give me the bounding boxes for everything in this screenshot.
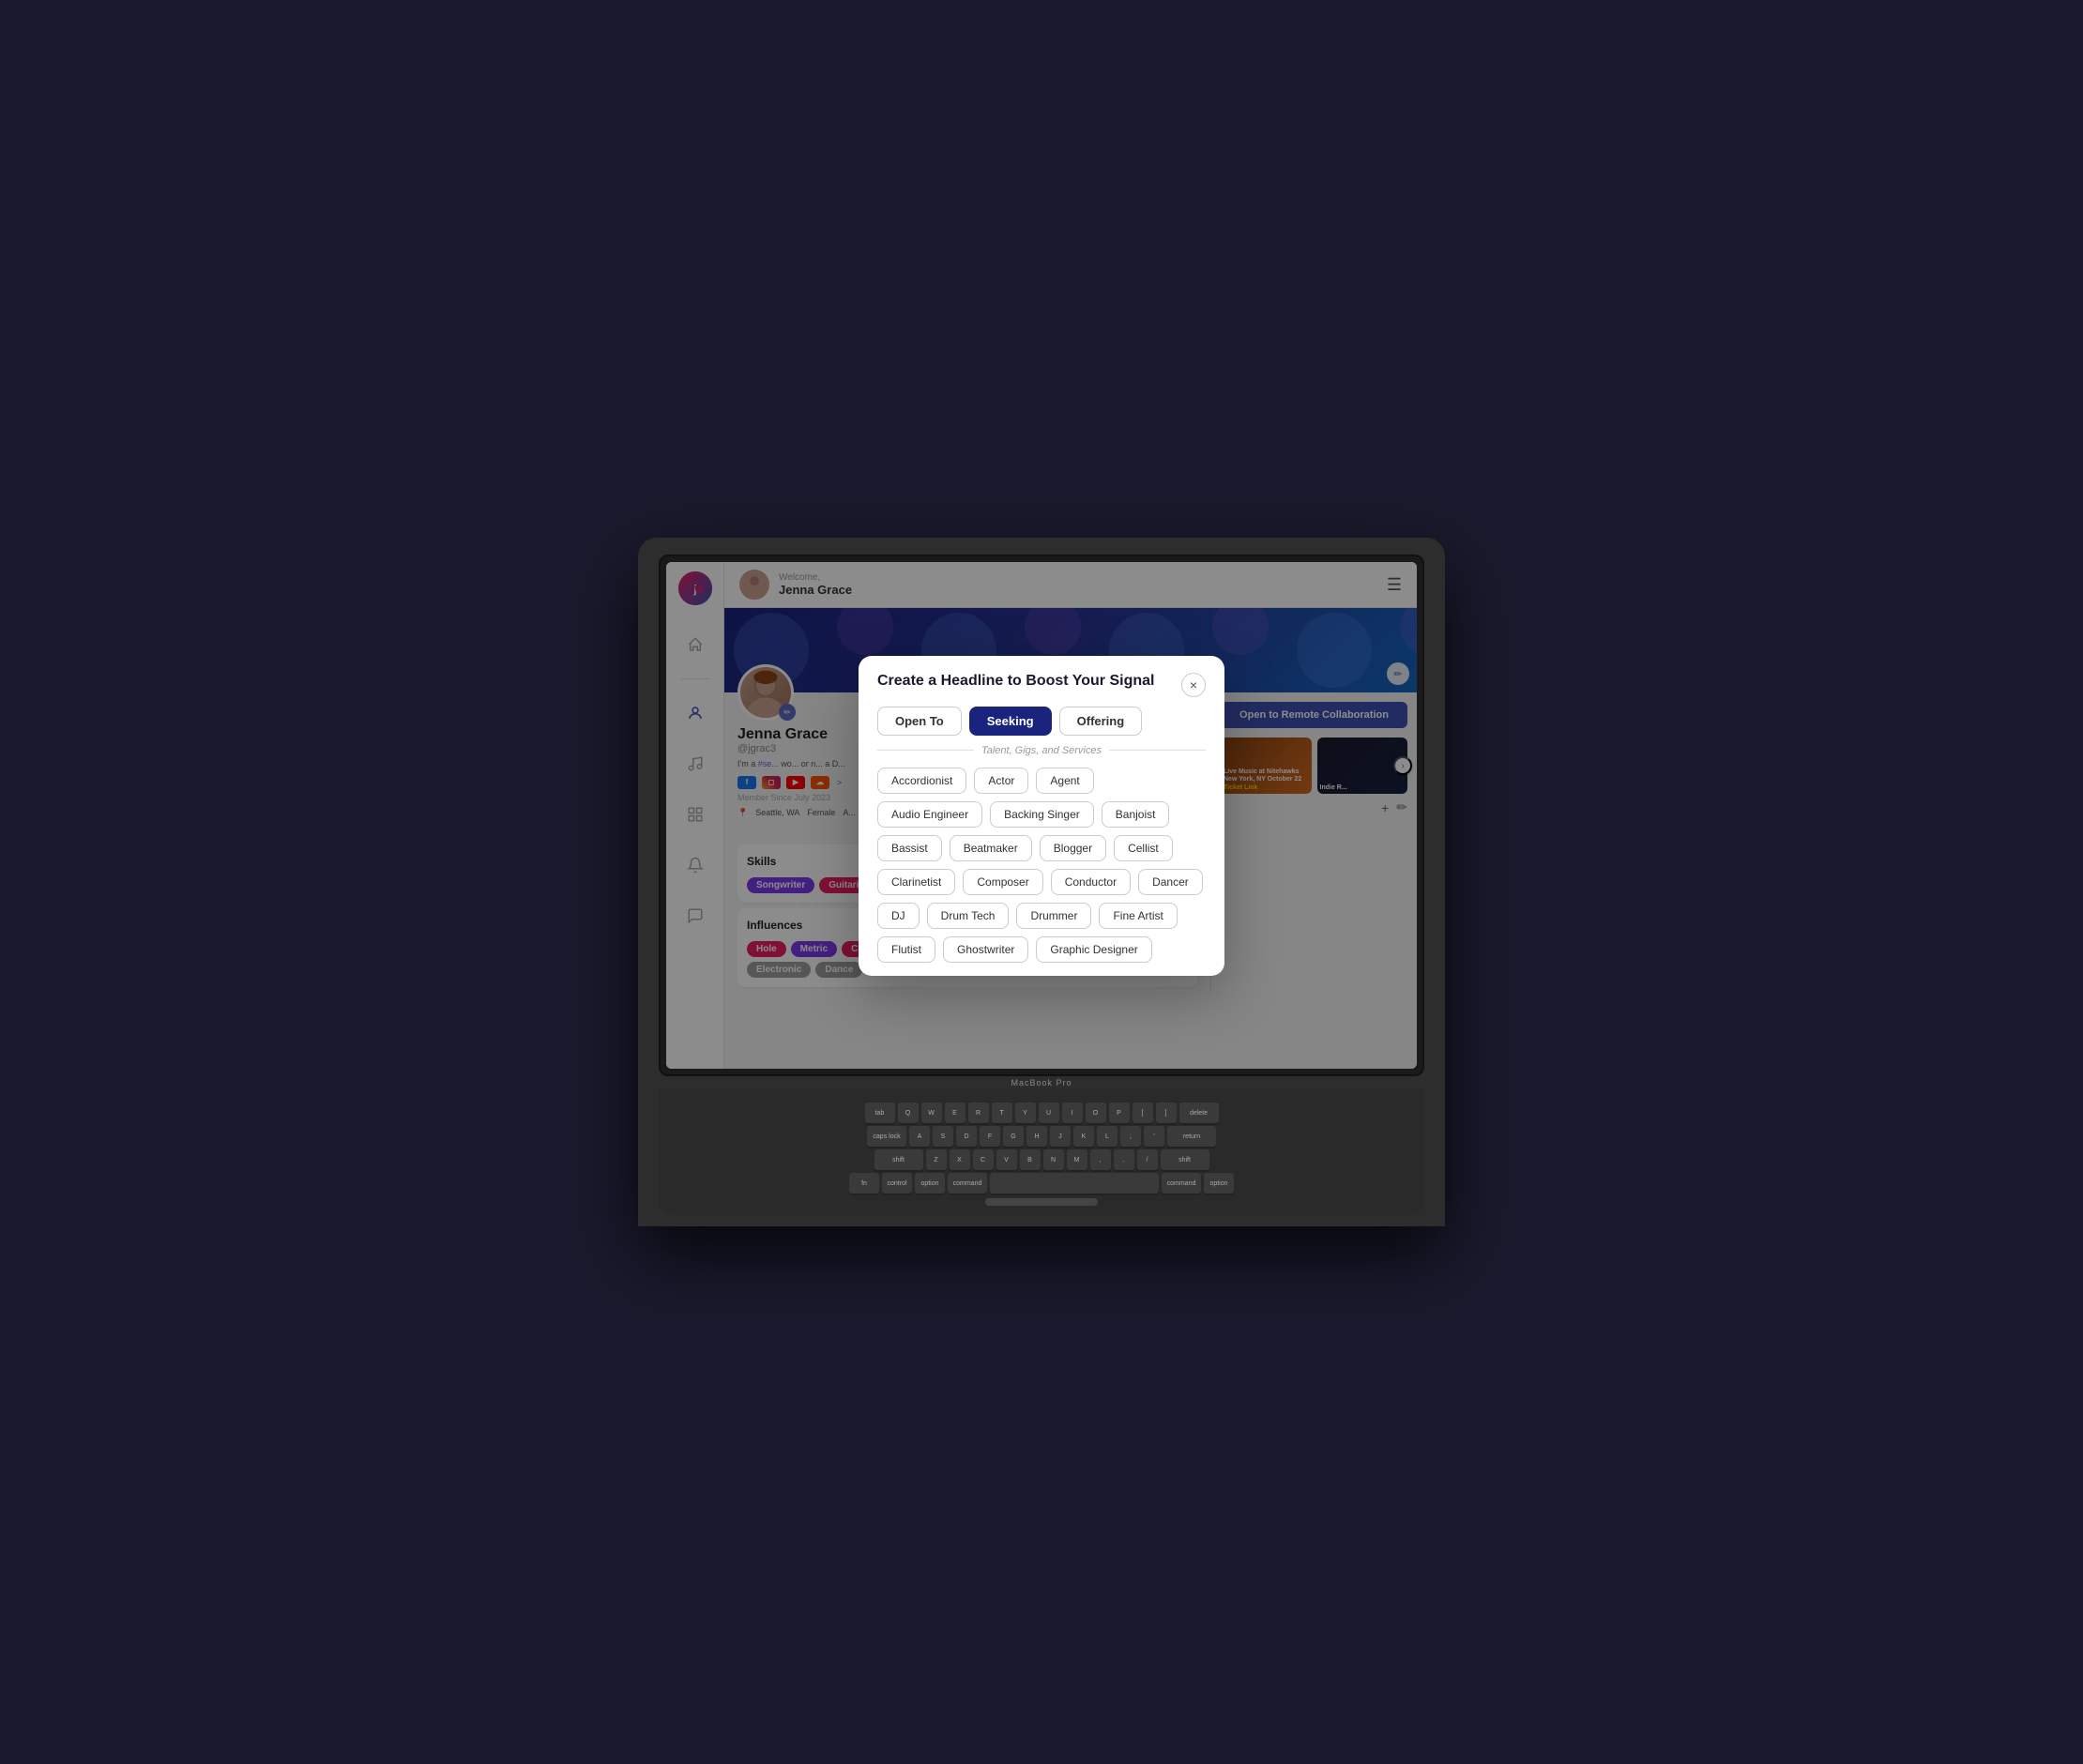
tag-pill-ghostwriter[interactable]: Ghostwriter bbox=[943, 936, 1028, 963]
key-f: F bbox=[980, 1126, 1000, 1147]
key-j: J bbox=[1050, 1126, 1071, 1147]
tag-pill-graphic-designer[interactable]: Graphic Designer bbox=[1036, 936, 1151, 963]
tag-pill-drum-tech[interactable]: Drum Tech bbox=[927, 903, 1010, 929]
tag-pill-cellist[interactable]: Cellist bbox=[1114, 835, 1173, 861]
key-r: R bbox=[968, 1102, 989, 1123]
tab-seeking[interactable]: Seeking bbox=[969, 707, 1052, 736]
key-u: U bbox=[1039, 1102, 1059, 1123]
modal-title: Create a Headline to Boost Your Signal bbox=[877, 673, 1181, 690]
key-shift-l: shift bbox=[874, 1149, 923, 1170]
key-fn: fn bbox=[849, 1173, 879, 1194]
modal-close-button[interactable]: × bbox=[1181, 673, 1206, 697]
tag-pill-conductor[interactable]: Conductor bbox=[1051, 869, 1131, 895]
key-bracket-l: [ bbox=[1133, 1102, 1153, 1123]
key-b: B bbox=[1020, 1149, 1041, 1170]
key-option-r: option bbox=[1204, 1173, 1234, 1194]
key-tab: tab bbox=[865, 1102, 895, 1123]
modal-divider-row: Talent, Gigs, and Services bbox=[859, 745, 1224, 764]
laptop-model-label: MacBook Pro bbox=[1011, 1078, 1072, 1087]
key-cmd-r: command bbox=[1162, 1173, 1201, 1194]
key-return: return bbox=[1167, 1126, 1216, 1147]
key-bracket-r: ] bbox=[1156, 1102, 1177, 1123]
modal-body: Accordionist Actor Agent Audio Engineer Back… bbox=[859, 764, 1224, 976]
key-space bbox=[990, 1173, 1159, 1194]
tag-pill-agent[interactable]: Agent bbox=[1036, 768, 1093, 794]
tag-pill-accordionist[interactable]: Accordionist bbox=[877, 768, 966, 794]
key-h: H bbox=[1026, 1126, 1047, 1147]
key-g: G bbox=[1003, 1126, 1024, 1147]
key-cmd-l: command bbox=[948, 1173, 987, 1194]
key-ctrl: control bbox=[882, 1173, 912, 1194]
key-quote: ' bbox=[1144, 1126, 1164, 1147]
key-x: X bbox=[950, 1149, 970, 1170]
tag-pill-banjoist[interactable]: Banjoist bbox=[1102, 801, 1170, 828]
trackpad bbox=[985, 1198, 1098, 1206]
tag-pill-clarinetist[interactable]: Clarinetist bbox=[877, 869, 955, 895]
tag-pill-composer[interactable]: Composer bbox=[963, 869, 1042, 895]
key-z: Z bbox=[926, 1149, 947, 1170]
tag-pill-flutist[interactable]: Flutist bbox=[877, 936, 935, 963]
tag-pill-actor[interactable]: Actor bbox=[974, 768, 1028, 794]
modal-dialog: Create a Headline to Boost Your Signal ×… bbox=[859, 656, 1224, 976]
key-comma: , bbox=[1090, 1149, 1111, 1170]
key-m: M bbox=[1067, 1149, 1087, 1170]
tag-pill-fine-artist[interactable]: Fine Artist bbox=[1099, 903, 1177, 929]
key-o: O bbox=[1086, 1102, 1106, 1123]
key-q: Q bbox=[898, 1102, 919, 1123]
key-i: I bbox=[1062, 1102, 1083, 1123]
key-delete: delete bbox=[1179, 1102, 1219, 1123]
key-k: K bbox=[1073, 1126, 1094, 1147]
key-s: S bbox=[933, 1126, 953, 1147]
tab-open-to[interactable]: Open To bbox=[877, 707, 962, 736]
modal-header: Create a Headline to Boost Your Signal × bbox=[859, 656, 1224, 707]
key-d: D bbox=[956, 1126, 977, 1147]
key-t: T bbox=[992, 1102, 1012, 1123]
key-semi: ; bbox=[1120, 1126, 1141, 1147]
key-p: P bbox=[1109, 1102, 1130, 1123]
key-v: V bbox=[996, 1149, 1017, 1170]
laptop-bottom-bar: MacBook Pro bbox=[659, 1076, 1424, 1089]
key-l: L bbox=[1097, 1126, 1118, 1147]
tag-pill-dancer[interactable]: Dancer bbox=[1138, 869, 1203, 895]
keyboard-area: tab Q W E R T Y U I O P [ ] delete caps … bbox=[659, 1089, 1424, 1215]
key-w: W bbox=[921, 1102, 942, 1123]
key-y: Y bbox=[1015, 1102, 1036, 1123]
key-option-l: option bbox=[915, 1173, 945, 1194]
tag-pill-beatmaker[interactable]: Beatmaker bbox=[950, 835, 1032, 861]
key-period: . bbox=[1114, 1149, 1134, 1170]
tag-grid: Accordionist Actor Agent Audio Engineer Back… bbox=[877, 768, 1206, 963]
tab-offering[interactable]: Offering bbox=[1059, 707, 1143, 736]
key-c: C bbox=[973, 1149, 994, 1170]
key-a: A bbox=[909, 1126, 930, 1147]
tag-pill-backing-singer[interactable]: Backing Singer bbox=[990, 801, 1094, 828]
key-slash: / bbox=[1137, 1149, 1158, 1170]
tag-pill-audio-engineer[interactable]: Audio Engineer bbox=[877, 801, 982, 828]
key-caps: caps lock bbox=[867, 1126, 906, 1147]
key-shift-r: shift bbox=[1161, 1149, 1209, 1170]
tag-pill-drummer[interactable]: Drummer bbox=[1016, 903, 1091, 929]
tag-pill-bassist[interactable]: Bassist bbox=[877, 835, 942, 861]
key-e: E bbox=[945, 1102, 965, 1123]
modal-tabs: Open To Seeking Offering bbox=[859, 707, 1224, 745]
tag-pill-dj[interactable]: DJ bbox=[877, 903, 920, 929]
modal-divider-text: Talent, Gigs, and Services bbox=[981, 745, 1102, 756]
key-n: N bbox=[1043, 1149, 1064, 1170]
modal-overlay[interactable]: Create a Headline to Boost Your Signal ×… bbox=[666, 562, 1417, 1069]
tag-pill-blogger[interactable]: Blogger bbox=[1040, 835, 1106, 861]
